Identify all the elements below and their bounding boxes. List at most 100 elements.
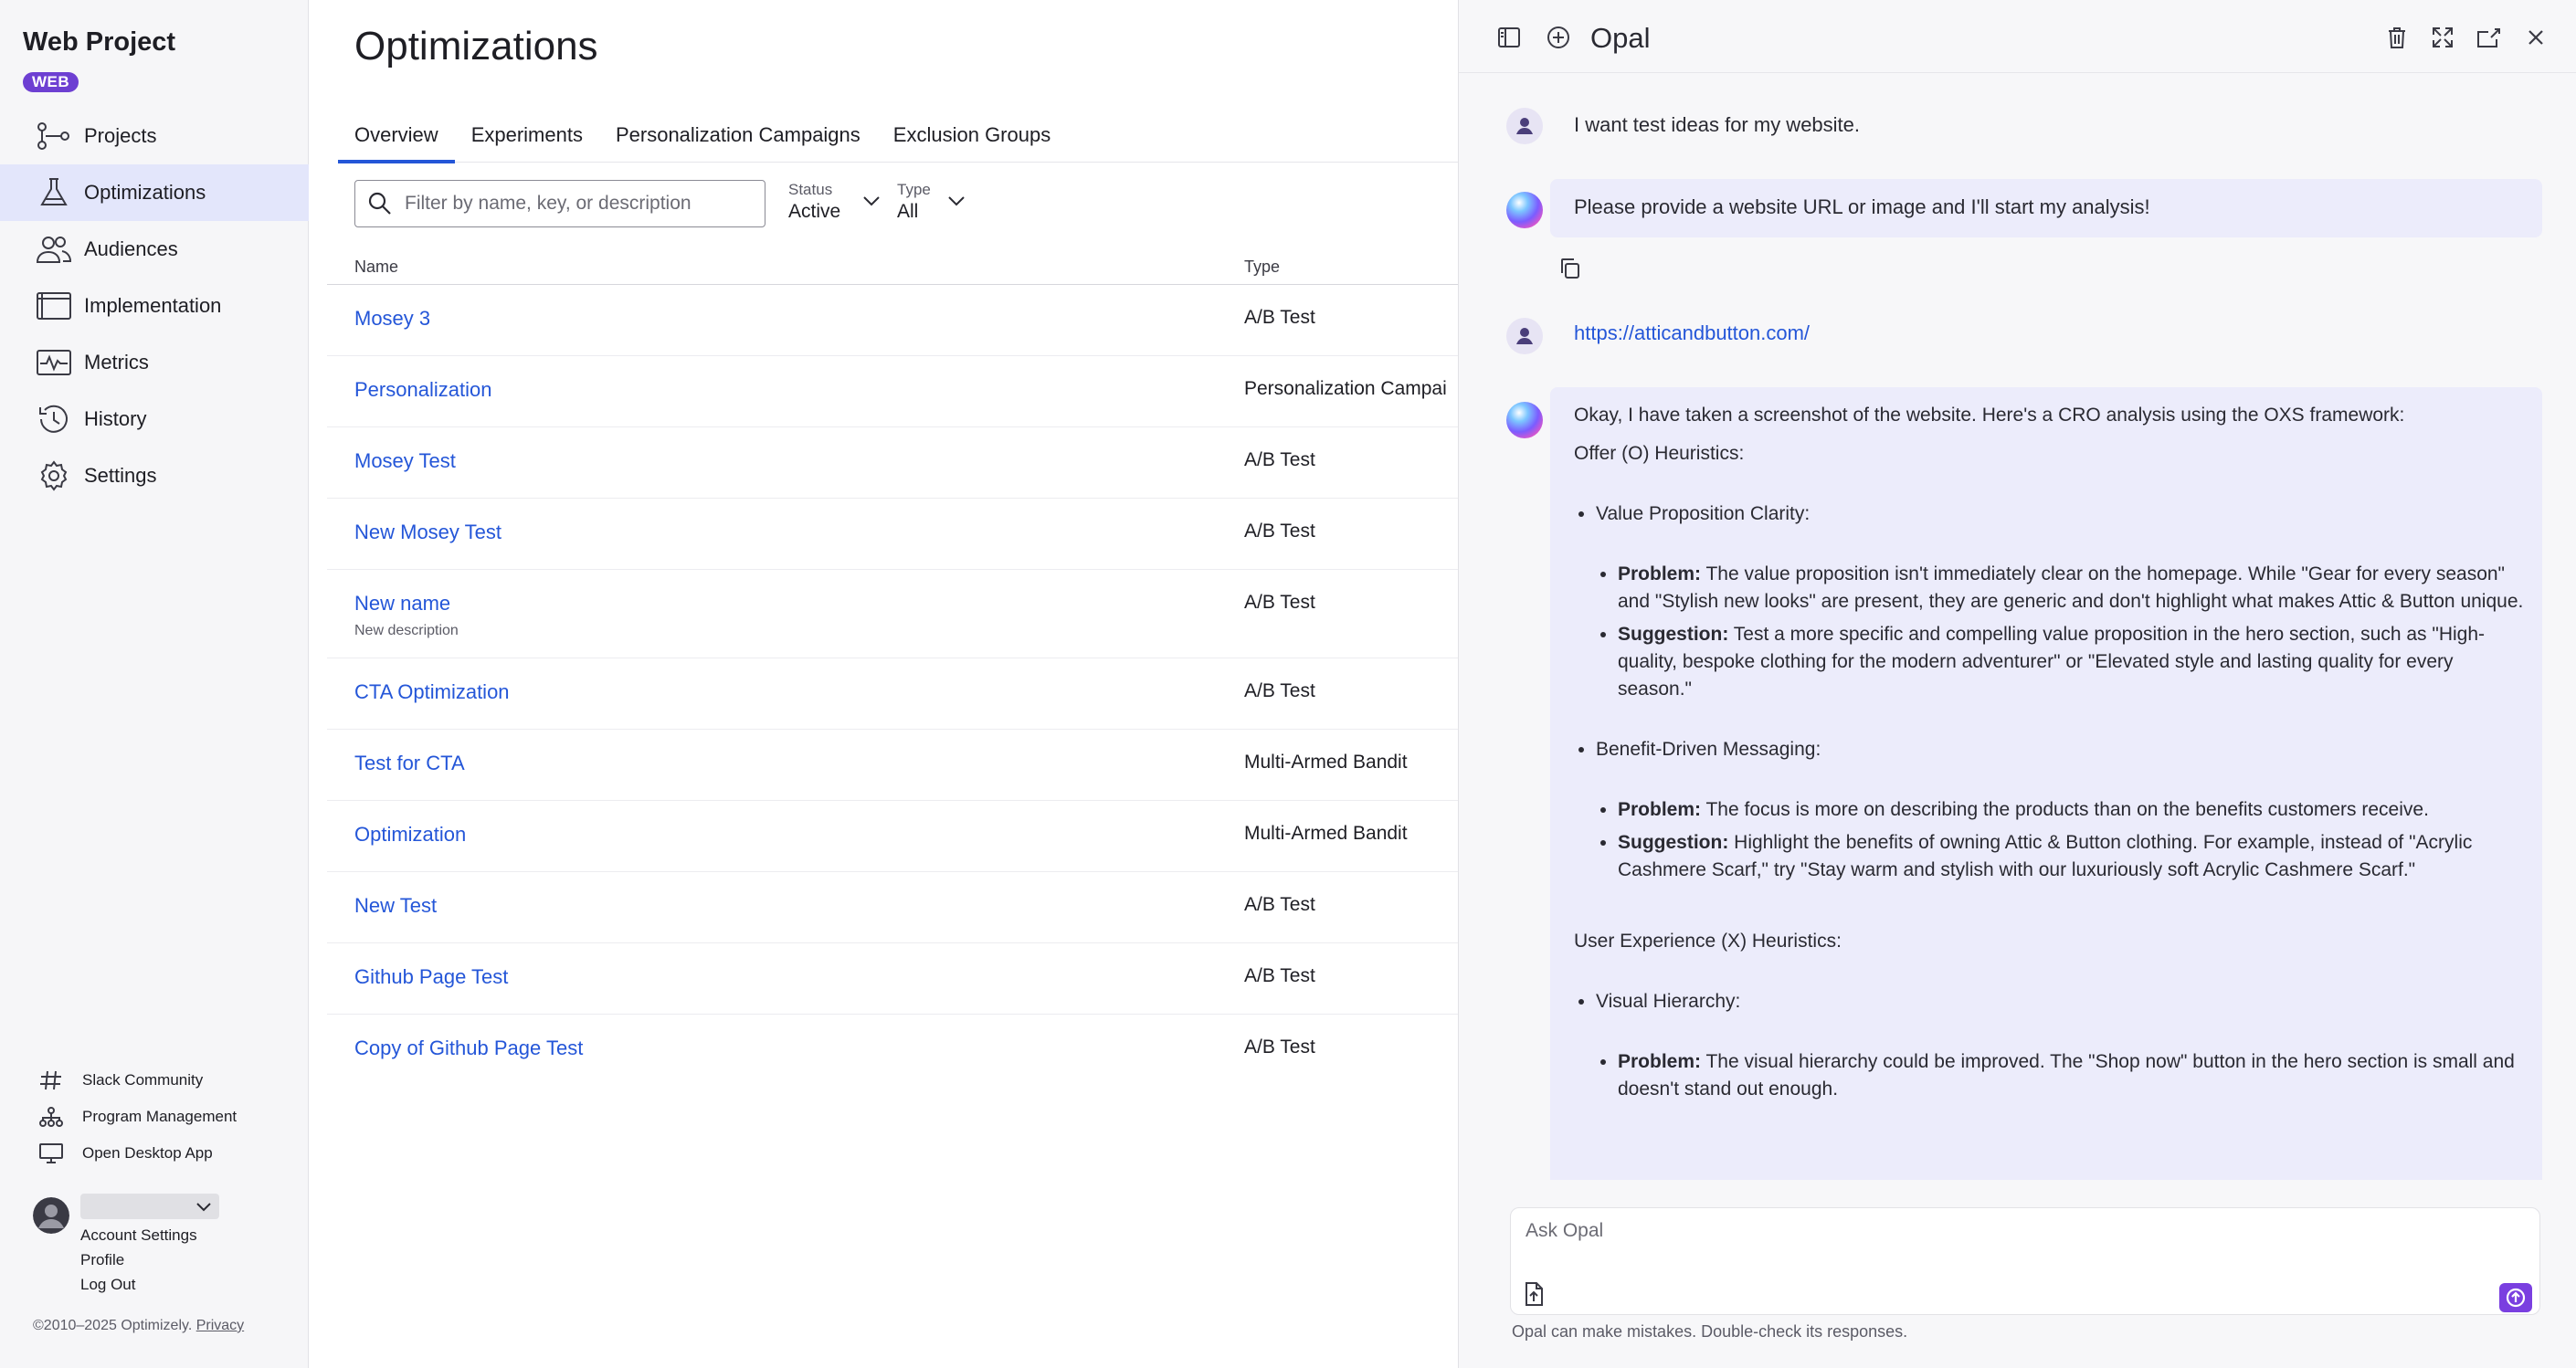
tab-experiments[interactable]: Experiments [455, 108, 599, 163]
suggestion-label: Suggestion: [1618, 832, 1729, 853]
gear-icon [35, 460, 73, 491]
row-type: A/B Test [1244, 1037, 1315, 1058]
row-name-link[interactable]: New Test [354, 894, 437, 918]
row-name-link[interactable]: Github Page Test [354, 965, 508, 989]
table-row[interactable]: Copy of Github Page Test A/B Test [327, 1015, 1458, 1086]
copy-icon[interactable] [1557, 256, 1583, 281]
implementation-icon [35, 290, 73, 321]
status-filter-label: Status [788, 181, 833, 198]
slack-community-link[interactable]: Slack Community [0, 1062, 309, 1099]
program-management-link[interactable]: Program Management [0, 1099, 309, 1135]
row-name-link[interactable]: Optimization [354, 823, 466, 847]
share-icon[interactable] [2475, 24, 2502, 51]
sidebar-item-audiences[interactable]: Audiences [0, 221, 309, 278]
sidebar-link-label: Open Desktop App [82, 1144, 213, 1162]
row-name-link[interactable]: New name [354, 592, 450, 616]
attach-file-icon[interactable] [1522, 1281, 1546, 1307]
table-row[interactable]: New name New description A/B Test [327, 570, 1458, 658]
user-url-link[interactable]: https://atticandbutton.com/ [1574, 321, 1810, 345]
sidebar-item-settings[interactable]: Settings [0, 447, 309, 504]
avatar[interactable] [33, 1197, 69, 1234]
type-filter-label: Type [897, 181, 931, 198]
disclaimer: Opal can make mistakes. Double-check its… [1512, 1322, 1908, 1341]
sidebar-nav: Projects Optimizations Audiences Impleme… [0, 108, 309, 504]
row-name-link[interactable]: Personalization [354, 378, 491, 402]
table-row[interactable]: Personalization Personalization Campai [327, 356, 1458, 427]
privacy-link[interactable]: Privacy [196, 1318, 244, 1333]
user-message: I want test ideas for my website. [1574, 113, 1861, 136]
table-row[interactable]: New Test A/B Test [327, 872, 1458, 943]
close-icon[interactable] [2522, 24, 2550, 51]
trash-icon[interactable] [2383, 24, 2411, 51]
tab-bar: Overview Experiments Personalization Cam… [338, 108, 1458, 163]
row-name-link[interactable]: New Mosey Test [354, 521, 501, 544]
sidebar-item-implementation[interactable]: Implementation [0, 278, 309, 334]
user-avatar-icon [1506, 108, 1543, 144]
status-filter[interactable]: Status Active [788, 181, 880, 223]
sidebar-toggle-icon[interactable] [1495, 24, 1523, 51]
ai-message: Please provide a website URL or image an… [1574, 195, 2150, 218]
tab-overview[interactable]: Overview [338, 108, 455, 163]
status-filter-value: Active [788, 201, 841, 222]
opal-header: Opal [1459, 0, 2576, 73]
row-name-link[interactable]: Copy of Github Page Test [354, 1037, 583, 1060]
sidebar-item-optimizations[interactable]: Optimizations [0, 164, 309, 221]
expand-icon[interactable] [2429, 24, 2456, 51]
flask-icon [35, 177, 73, 208]
ux-heading: User Experience (X) Heuristics: [1574, 931, 1842, 952]
search-icon [366, 190, 394, 217]
table-row[interactable]: CTA Optimization A/B Test [327, 658, 1458, 730]
chevron-down-icon [946, 194, 966, 208]
page-title: Optimizations [354, 24, 598, 68]
sidebar: Web Project WEB Projects Optimizations A… [0, 0, 309, 1368]
row-type: A/B Test [1244, 894, 1315, 915]
type-filter[interactable]: Type All [897, 181, 965, 223]
row-type: A/B Test [1244, 680, 1315, 701]
row-type: Multi-Armed Bandit [1244, 752, 1408, 773]
table-row[interactable]: Mosey Test A/B Test [327, 427, 1458, 499]
tab-exclusion-groups[interactable]: Exclusion Groups [877, 108, 1067, 163]
column-header-type[interactable]: Type [1244, 258, 1280, 277]
metrics-icon [35, 347, 73, 378]
chevron-down-icon[interactable] [194, 1199, 214, 1215]
sidebar-item-projects[interactable]: Projects [0, 108, 309, 164]
table-row[interactable]: Test for CTA Multi-Armed Bandit [327, 730, 1458, 801]
account-settings-link[interactable]: Account Settings [80, 1223, 197, 1247]
sidebar-item-metrics[interactable]: Metrics [0, 334, 309, 391]
heuristic-item: Benefit-Driven Messaging: Problem: The f… [1596, 736, 2524, 884]
opal-avatar-icon [1506, 402, 1543, 438]
row-name-link[interactable]: Mosey Test [354, 449, 456, 473]
problem-item: Problem: The visual hierarchy could be i… [1618, 1048, 2524, 1103]
sidebar-item-history[interactable]: History [0, 391, 309, 447]
row-name-link[interactable]: Mosey 3 [354, 307, 430, 331]
sidebar-link-label: Program Management [82, 1108, 238, 1125]
history-icon [35, 404, 73, 435]
copyright: ©2010–2025 Optimizely. Privacy [33, 1318, 244, 1334]
tab-personalization-campaigns[interactable]: Personalization Campaigns [599, 108, 877, 163]
table-row[interactable]: Github Page Test A/B Test [327, 943, 1458, 1015]
open-desktop-app-link[interactable]: Open Desktop App [0, 1135, 309, 1172]
table-row[interactable]: Optimization Multi-Armed Bandit [327, 801, 1458, 872]
new-chat-icon[interactable] [1545, 24, 1572, 51]
monitor-icon [38, 1142, 64, 1164]
table-row[interactable]: Mosey 3 A/B Test [327, 285, 1458, 356]
table-row[interactable]: New Mosey Test A/B Test [327, 499, 1458, 570]
row-name-link[interactable]: CTA Optimization [354, 680, 510, 704]
log-out-link[interactable]: Log Out [80, 1272, 197, 1297]
user-avatar-icon [1506, 318, 1543, 354]
column-header-name[interactable]: Name [354, 258, 398, 277]
sidebar-item-label: History [84, 407, 147, 430]
problem-item: Problem: The value proposition isn't imm… [1618, 561, 2524, 616]
ai-analysis-bubble: Okay, I have taken a screenshot of the w… [1550, 387, 2542, 1180]
opal-panel: Opal I want test ideas for my website. P… [1458, 0, 2576, 1368]
sidebar-item-label: Projects [84, 124, 157, 147]
suggestion-item: Suggestion: Highlight the benefits of ow… [1618, 829, 2524, 884]
sidebar-item-label: Audiences [84, 237, 178, 260]
profile-link[interactable]: Profile [80, 1247, 197, 1272]
row-name-link[interactable]: Test for CTA [354, 752, 465, 775]
send-button[interactable] [2499, 1283, 2532, 1312]
problem-text: The value proposition isn't immediately … [1618, 563, 2524, 612]
ask-opal-input[interactable] [1524, 1219, 2519, 1243]
search-input[interactable] [403, 192, 750, 216]
copyright-text: ©2010–2025 Optimizely. [33, 1318, 193, 1333]
